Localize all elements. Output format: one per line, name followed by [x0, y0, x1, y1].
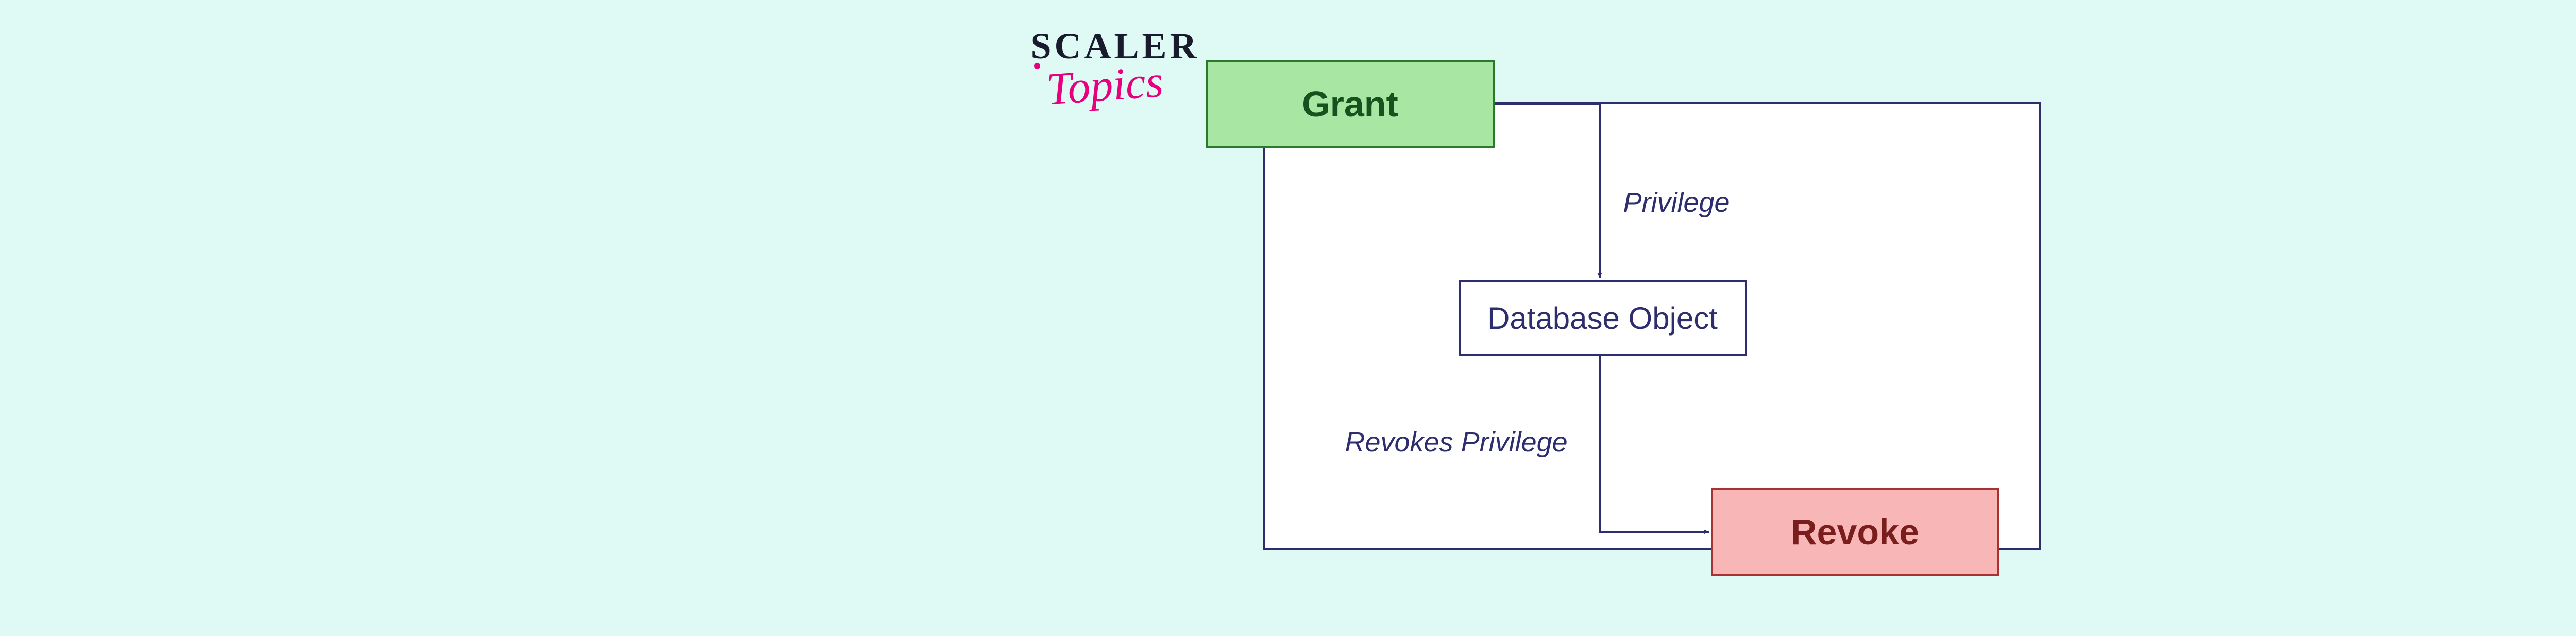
database-object-box: Database Object [1459, 280, 1747, 356]
database-object-label: Database Object [1487, 300, 1718, 336]
privilege-edge-label: Privilege [1623, 187, 1730, 219]
revoke-box: Revoke [1711, 488, 1999, 576]
logo-dot-icon [1034, 63, 1040, 69]
grant-box: Grant [1206, 60, 1495, 148]
revoke-label: Revoke [1791, 511, 1919, 553]
grant-label: Grant [1302, 83, 1398, 125]
revokes-privilege-edge-label: Revokes Privilege [1345, 426, 1568, 458]
diagram-canvas: SCALER Topics Grant Database Object Revo… [1031, 9, 2061, 627]
